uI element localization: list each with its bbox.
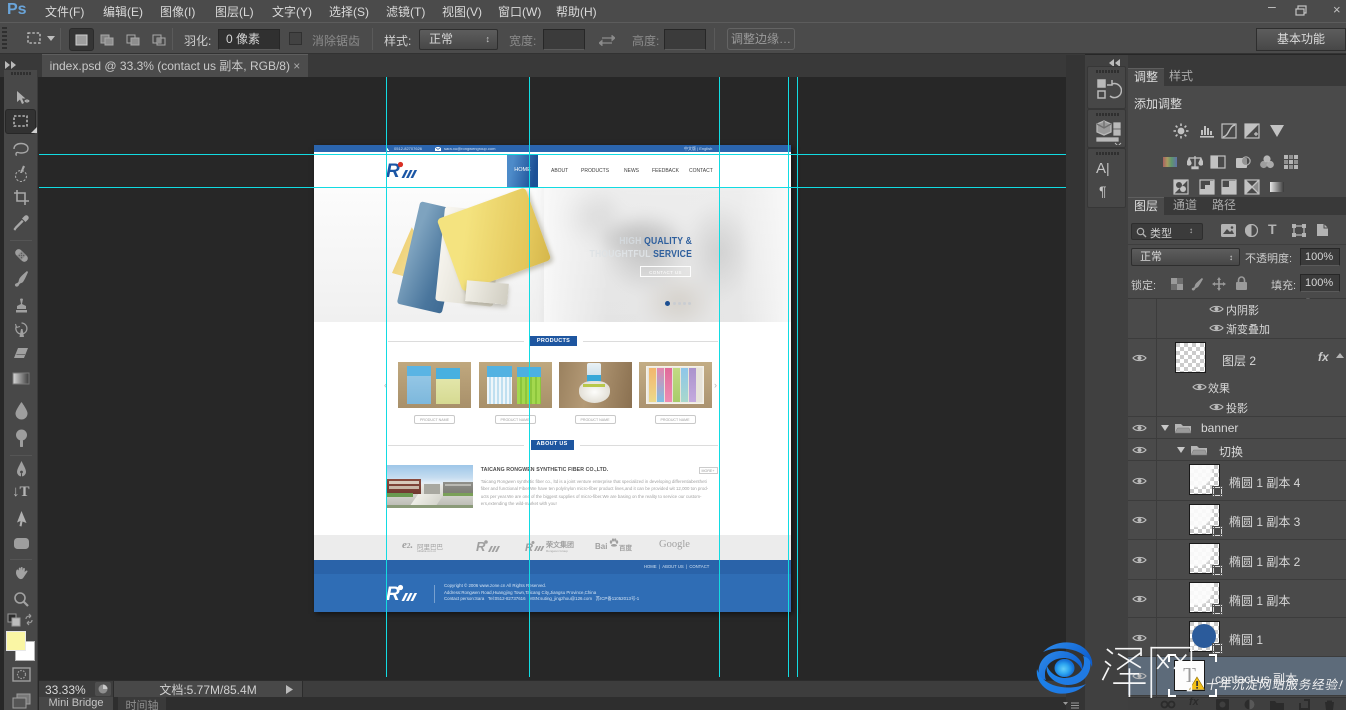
svg-text:R: R — [386, 584, 400, 605]
